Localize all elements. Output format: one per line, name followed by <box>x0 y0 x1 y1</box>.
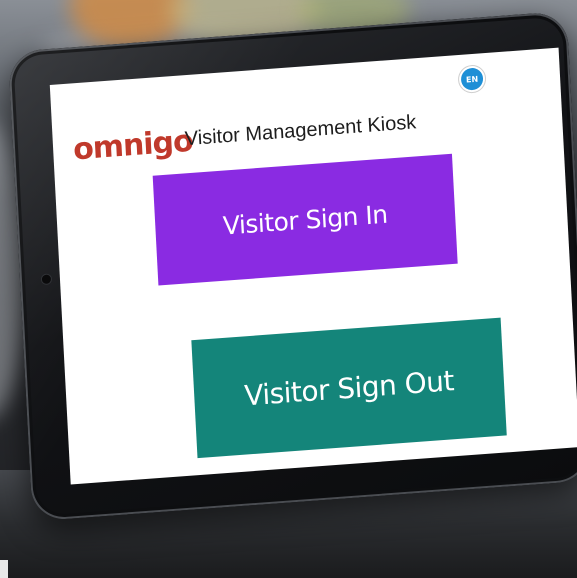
language-selector-button[interactable]: EN <box>460 67 484 91</box>
visitor-sign-in-button[interactable]: Visitor Sign In <box>152 153 458 286</box>
sign-out-label: Visitor Sign Out <box>243 363 455 413</box>
language-code: EN <box>465 74 479 85</box>
sign-in-label: Visitor Sign In <box>222 199 389 241</box>
visitor-sign-out-button[interactable]: Visitor Sign Out <box>191 317 507 459</box>
page-title: Visitor Management Kiosk <box>184 111 417 151</box>
tablet-device: omnigo Visitor Management Kiosk EN Visit… <box>8 10 577 522</box>
background-object <box>0 560 8 578</box>
camera-icon <box>41 274 52 285</box>
photo-scene: omnigo Visitor Management Kiosk EN Visit… <box>0 0 577 578</box>
kiosk-screen: omnigo Visitor Management Kiosk EN Visit… <box>49 47 577 485</box>
brand-logo: omnigo <box>72 123 194 168</box>
